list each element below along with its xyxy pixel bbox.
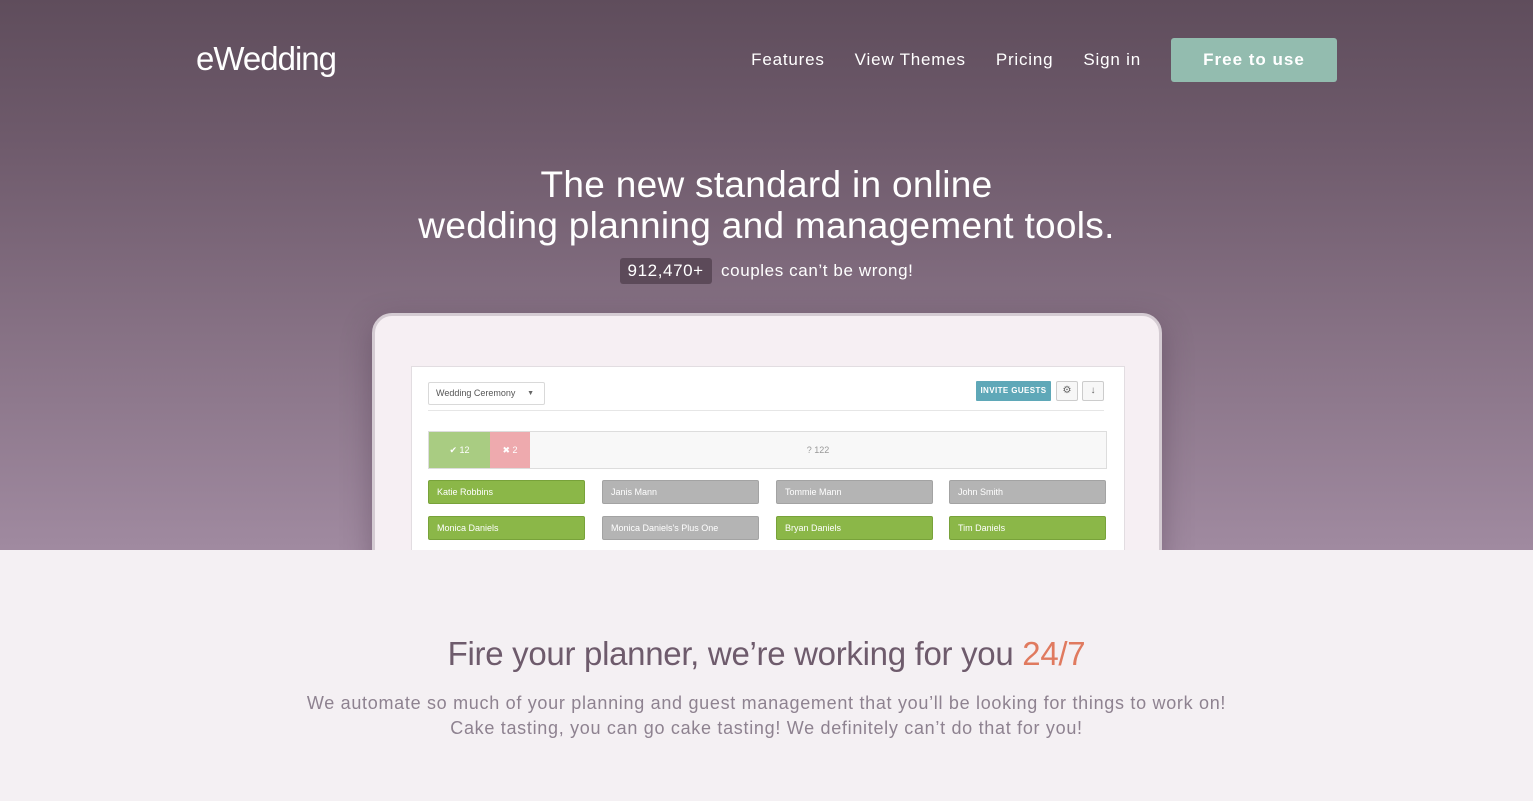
- rsvp-attending-count: 12: [459, 445, 470, 455]
- features-heading-accent: 24/7: [1022, 635, 1086, 672]
- guest-card[interactable]: Katie Robbins: [428, 480, 585, 504]
- gear-icon[interactable]: ⚙: [1056, 381, 1078, 401]
- rsvp-declined-count: 2: [512, 445, 518, 455]
- event-select-value: Wedding Ceremony: [436, 388, 516, 398]
- hero-section: eWedding Features View Themes Pricing Si…: [0, 0, 1533, 550]
- rsvp-declined-segment[interactable]: ✖ 2: [490, 432, 530, 468]
- logo[interactable]: eWedding: [196, 40, 337, 78]
- guest-card[interactable]: Janis Mann: [602, 480, 759, 504]
- features-intro-section: Fire your planner, we’re working for you…: [0, 550, 1533, 801]
- rsvp-pending-segment[interactable]: ? 122: [530, 432, 1106, 468]
- couples-count-suffix: couples can’t be wrong!: [721, 261, 914, 280]
- nav-sign-in[interactable]: Sign in: [1083, 38, 1141, 82]
- features-heading: Fire your planner, we’re working for you…: [0, 635, 1533, 673]
- guest-card[interactable]: Monica Daniels: [428, 516, 585, 540]
- event-select[interactable]: Wedding Ceremony ▼: [428, 382, 545, 405]
- hero-title-line1: The new standard in online: [540, 164, 993, 205]
- hero-subtitle: 912,470+ couples can’t be wrong!: [0, 258, 1533, 284]
- guest-card[interactable]: Bryan Daniels: [776, 516, 933, 540]
- nav-view-themes[interactable]: View Themes: [855, 38, 966, 82]
- nav-features[interactable]: Features: [751, 38, 825, 82]
- rsvp-pending-count: 122: [814, 445, 830, 455]
- divider: [428, 410, 1104, 411]
- nav-pricing[interactable]: Pricing: [996, 38, 1054, 82]
- rsvp-progress-bar: ✔ 12 ✖ 2 ? 122: [428, 431, 1107, 469]
- app-preview-screen: Wedding Ceremony ▼ INVITE GUESTS ⚙ ↓ ✔ 1…: [411, 366, 1125, 550]
- hero-title: The new standard in online wedding plann…: [0, 164, 1533, 246]
- guest-card[interactable]: John Smith: [949, 480, 1106, 504]
- guest-card[interactable]: Tim Daniels: [949, 516, 1106, 540]
- features-description-line1: We automate so much of your planning and…: [306, 693, 1227, 713]
- rsvp-attending-segment[interactable]: ✔ 12: [429, 432, 490, 468]
- free-to-use-button[interactable]: Free to use: [1171, 38, 1337, 82]
- guest-card[interactable]: Monica Daniels's Plus One: [602, 516, 759, 540]
- x-circle-icon: ✖: [502, 445, 510, 455]
- features-heading-text: Fire your planner, we’re working for you: [447, 635, 1023, 672]
- invite-guests-button[interactable]: INVITE GUESTS: [976, 381, 1051, 401]
- couples-count-badge: 912,470+: [619, 258, 712, 284]
- caret-down-icon: ▼: [527, 390, 534, 397]
- main-nav: Features View Themes Pricing Sign in Fre…: [721, 38, 1337, 82]
- hero-title-line2: wedding planning and management tools.: [418, 205, 1115, 246]
- download-icon[interactable]: ↓: [1082, 381, 1104, 401]
- check-circle-icon: ✔: [449, 445, 457, 455]
- guest-card[interactable]: Tommie Mann: [776, 480, 933, 504]
- features-description-line2: Cake tasting, you can go cake tasting! W…: [450, 718, 1083, 738]
- question-circle-icon: ?: [806, 445, 812, 455]
- laptop-frame: Wedding Ceremony ▼ INVITE GUESTS ⚙ ↓ ✔ 1…: [372, 313, 1162, 550]
